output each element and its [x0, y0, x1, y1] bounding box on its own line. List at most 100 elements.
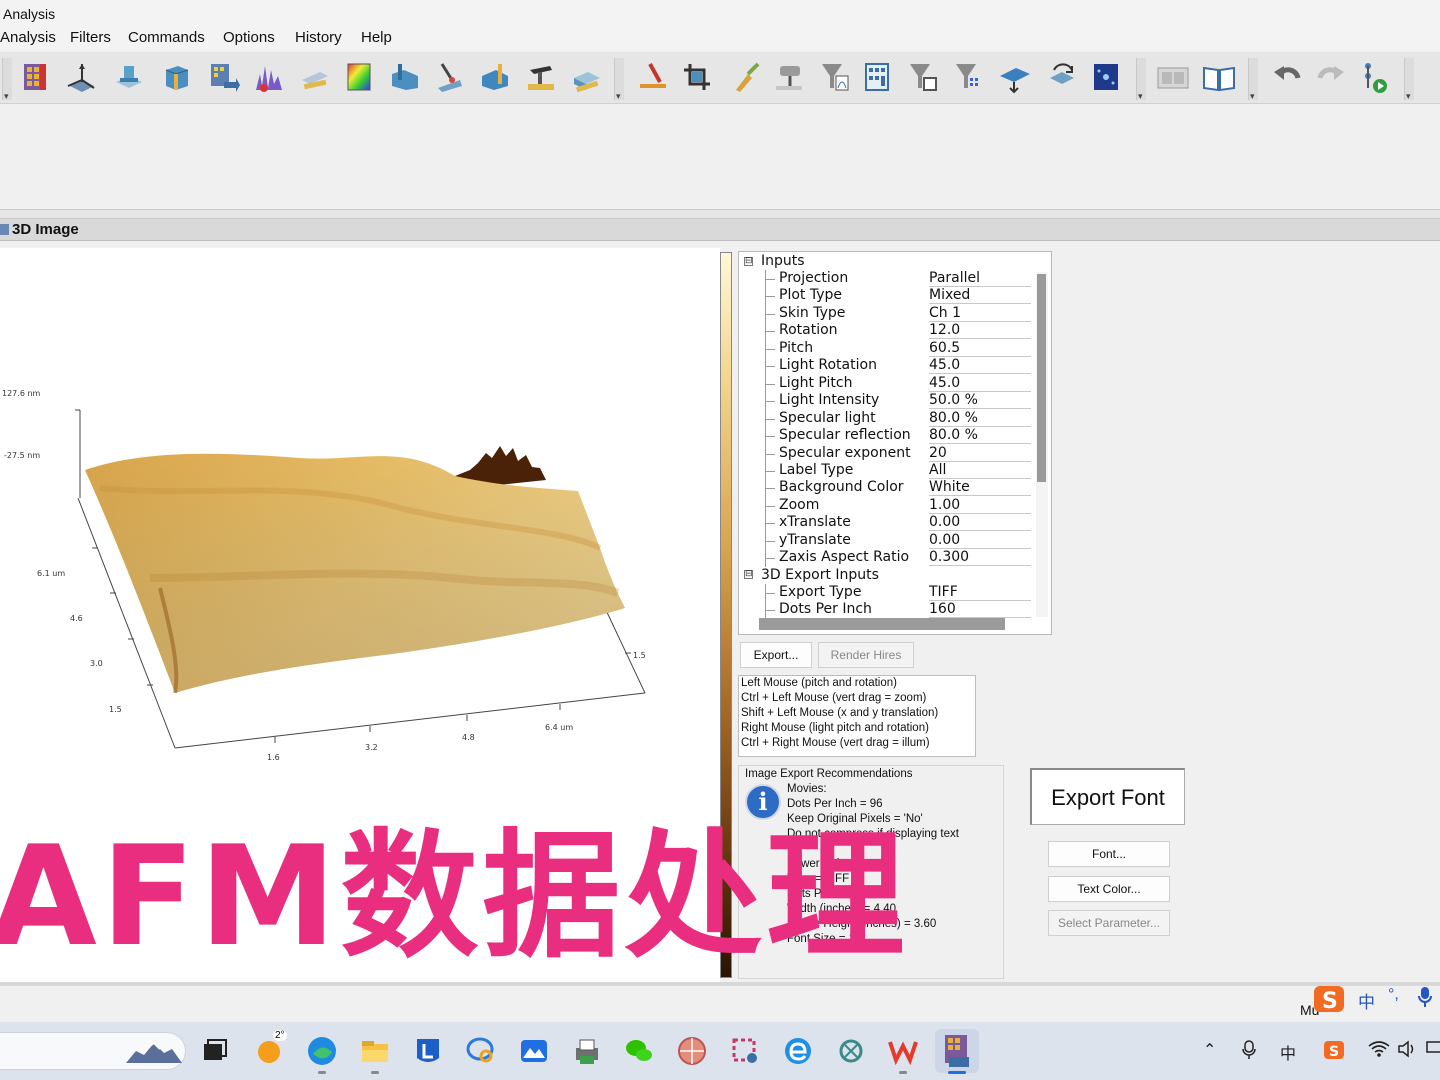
fft-icon[interactable] [1088, 60, 1122, 94]
book-icon[interactable] [1202, 60, 1236, 94]
property-row[interactable]: Specular reflection 80.0 % [739, 427, 1031, 446]
export-button[interactable]: Export... [740, 642, 812, 668]
flatten-icon[interactable] [636, 60, 670, 94]
rotate-surface-icon[interactable] [1044, 60, 1078, 94]
property-row[interactable]: Plot Type Mixed [739, 287, 1031, 306]
show-hidden-icons-icon[interactable]: ⌃ [1203, 1040, 1216, 1060]
brush-icon[interactable] [728, 60, 762, 94]
property-value[interactable]: 80.0 % [929, 427, 1031, 445]
undo-icon[interactable] [1270, 60, 1304, 94]
property-row[interactable]: Background Color White [739, 479, 1031, 498]
toolbar-grip[interactable] [1248, 58, 1258, 102]
property-grid[interactable]: ⊟ Inputs Projection Parallel Plot Type Mixe… [738, 251, 1052, 635]
sogou-tray-icon[interactable]: S [1323, 1040, 1345, 1065]
scroll-thumb[interactable] [1037, 274, 1046, 482]
filter-window-icon[interactable] [906, 60, 940, 94]
chat-search-icon[interactable] [466, 1036, 496, 1066]
toolbar-grip[interactable] [2, 58, 12, 102]
property-row[interactable]: Light Pitch 45.0 [739, 374, 1031, 393]
property-value[interactable]: 0.00 [929, 514, 1031, 532]
property-row[interactable]: Dots Per Inch 160 [739, 601, 1031, 620]
battery-icon[interactable] [1426, 1040, 1440, 1059]
color-map-icon[interactable] [342, 60, 376, 94]
group-3d-export-inputs[interactable]: 3D Export Inputs [761, 567, 879, 583]
property-row[interactable]: Skin Type Ch 1 [739, 304, 1031, 323]
input-language-indicator[interactable]: 中 [1280, 1040, 1296, 1064]
axes-3d-icon[interactable] [64, 60, 98, 94]
wifi-icon[interactable] [1368, 1040, 1390, 1063]
property-row[interactable]: Zoom 1.00 [739, 496, 1031, 515]
photos-icon[interactable] [519, 1036, 549, 1066]
ime-mode-label[interactable]: 中 [1358, 988, 1375, 1013]
probe-icon[interactable] [432, 60, 466, 94]
ruler-icon[interactable] [298, 60, 332, 94]
chatgpt-icon[interactable] [836, 1036, 866, 1066]
image-export-icon[interactable] [206, 60, 240, 94]
property-value[interactable]: 50.0 % [929, 392, 1031, 410]
bar-profile-icon[interactable] [388, 60, 422, 94]
printer-app-icon[interactable] [572, 1036, 602, 1066]
menu-history[interactable]: History [295, 29, 342, 46]
app-l-icon[interactable] [413, 1036, 443, 1066]
property-value[interactable]: 1.00 [929, 497, 1031, 514]
toolbar-grip[interactable] [614, 58, 624, 102]
property-row[interactable]: Zaxis Aspect Ratio 0.300 [739, 549, 1031, 568]
taskbar-search[interactable] [0, 1032, 186, 1070]
report-icon[interactable] [1156, 60, 1190, 94]
filter-plot-icon[interactable] [818, 60, 852, 94]
property-value[interactable]: 0.00 [929, 532, 1031, 549]
property-row[interactable]: Rotation 12.0 [739, 322, 1031, 341]
collapse-toggle-icon[interactable]: ⊟ [744, 257, 753, 266]
block-3d-icon[interactable] [160, 60, 194, 94]
font-button[interactable]: Font... [1048, 841, 1170, 867]
edge-browser-icon[interactable] [307, 1036, 337, 1066]
property-value[interactable]: 160 [929, 601, 1031, 619]
property-value[interactable]: Ch 1 [929, 305, 1031, 322]
browser-e-icon[interactable] [783, 1036, 813, 1066]
filter-grid-icon[interactable] [952, 60, 986, 94]
property-row[interactable]: xTranslate 0.00 [739, 514, 1031, 533]
redo-icon[interactable] [1314, 60, 1348, 94]
wechat-icon[interactable] [624, 1036, 654, 1066]
crop-icon[interactable] [680, 60, 714, 94]
roller-icon[interactable] [772, 60, 806, 94]
property-value[interactable]: 12.0 [929, 322, 1031, 340]
property-value[interactable]: White [929, 479, 1031, 497]
property-row[interactable]: Light Rotation 45.0 [739, 357, 1031, 376]
property-row[interactable]: Label Type All [739, 461, 1031, 480]
microphone-icon[interactable] [1418, 986, 1432, 1007]
vertical-scrollbar[interactable] [1036, 272, 1048, 617]
ime-toolbar[interactable]: S 中 °, [1314, 984, 1440, 1014]
property-value[interactable]: 0.300 [929, 549, 1031, 567]
active-app-icon[interactable] [935, 1029, 979, 1073]
toolbar-grip[interactable] [1404, 58, 1414, 102]
property-row[interactable]: yTranslate 0.00 [739, 531, 1031, 550]
section-icon[interactable] [478, 60, 512, 94]
surface-transform-icon[interactable] [998, 60, 1032, 94]
ime-punct-label[interactable]: °, [1388, 986, 1399, 1004]
property-value[interactable]: 60.5 [929, 340, 1031, 357]
file-explorer-icon[interactable] [360, 1036, 390, 1066]
property-value[interactable]: 80.0 % [929, 410, 1031, 427]
globe-app-icon[interactable] [677, 1036, 707, 1066]
menu-options[interactable]: Options [223, 29, 275, 46]
property-row[interactable]: Pitch 60.5 [739, 339, 1031, 358]
property-row[interactable]: Specular exponent 20 [739, 444, 1031, 463]
text-color-button[interactable]: Text Color... [1048, 876, 1170, 902]
splitter[interactable] [0, 209, 1440, 219]
property-row[interactable]: Projection Parallel [739, 270, 1031, 288]
collapse-toggle-icon[interactable]: ⊟ [744, 570, 753, 579]
property-value[interactable]: 20 [929, 445, 1031, 462]
menu-analysis[interactable]: Analysis [0, 29, 56, 46]
property-value[interactable]: Mixed [929, 287, 1031, 305]
property-value[interactable]: All [929, 462, 1031, 479]
property-value[interactable]: 45.0 [929, 375, 1031, 392]
run-macro-icon[interactable] [1358, 60, 1392, 94]
menu-filters[interactable]: Filters [70, 29, 111, 46]
wps-icon[interactable] [888, 1036, 918, 1066]
select-parameter-button[interactable]: Select Parameter... [1048, 910, 1170, 936]
spectrum-icon[interactable] [252, 60, 286, 94]
calculator-icon[interactable] [860, 60, 894, 94]
leveling-icon[interactable] [112, 60, 146, 94]
property-row[interactable]: Specular light 80.0 % [739, 409, 1031, 428]
